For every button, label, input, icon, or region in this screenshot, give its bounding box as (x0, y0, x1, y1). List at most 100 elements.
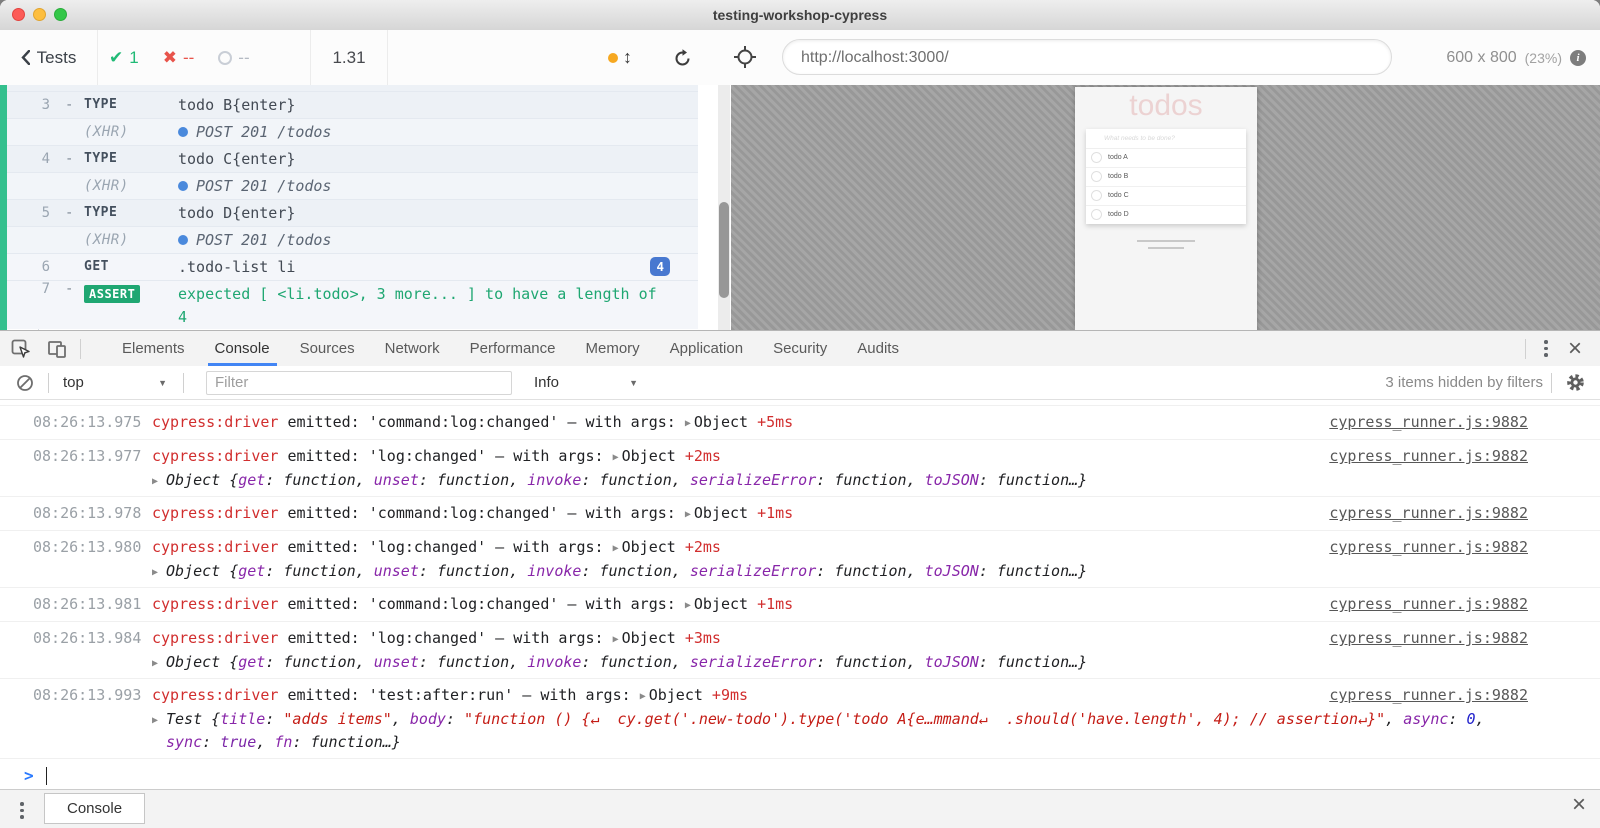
source-link[interactable]: cypress_runner.js:9882 (1329, 536, 1528, 558)
command-dash: - (65, 200, 73, 226)
todo-checkbox[interactable] (1091, 190, 1102, 201)
command-log-row[interactable]: (XHR)POST 201 /todos (7, 227, 698, 254)
source-link[interactable]: cypress_runner.js:9882 (1329, 411, 1528, 433)
todo-checkbox[interactable] (1091, 171, 1102, 182)
console-prompt[interactable]: > (0, 763, 1600, 791)
expand-triangle-icon[interactable]: ▶ (613, 634, 619, 645)
new-todo-input[interactable]: What needs to be done? (1086, 129, 1246, 149)
source-link[interactable]: cypress_runner.js:9882 (1329, 502, 1528, 524)
auto-scroll-toggle[interactable]: ↕ (608, 30, 632, 85)
failed-stat[interactable]: ✖ -- (151, 48, 207, 68)
log-timestamp: 08:26:13.993 (33, 684, 141, 706)
tab-performance[interactable]: Performance (455, 331, 571, 366)
console-log-row: 08:26:13.980cypress:driver emitted: 'log… (0, 531, 1600, 588)
pending-stat[interactable]: -- (206, 48, 261, 68)
tab-console[interactable]: Console (200, 331, 285, 366)
object-preview[interactable]: ▶Test {title: "adds items", body: "funct… (152, 708, 1310, 731)
tab-sources[interactable]: Sources (285, 331, 370, 366)
expand-triangle-icon[interactable]: ▶ (152, 470, 158, 493)
expand-triangle-icon[interactable]: ▶ (685, 600, 691, 611)
todo-list-item[interactable]: todo D (1086, 206, 1246, 224)
viewport-info[interactable]: 600 x 800 (23%) i (1446, 30, 1586, 85)
drawer-close-button[interactable]: × (1562, 792, 1596, 818)
command-log-row[interactable]: 4-TYPEtodo C{enter} (7, 146, 698, 173)
x-mark-icon: ✖ (163, 48, 177, 68)
object-preview[interactable]: ▶Object {get: function, unset: function,… (152, 469, 1310, 492)
log-message: cypress:driver emitted: 'command:log:cha… (152, 411, 1310, 435)
drawer-tab-console[interactable]: Console (44, 793, 145, 824)
tab-application[interactable]: Application (655, 331, 758, 366)
todo-label: todo D (1108, 206, 1129, 224)
reload-button[interactable] (668, 44, 696, 72)
command-number: 4 (7, 146, 50, 172)
console-filter-input[interactable] (206, 371, 512, 395)
tab-elements[interactable]: Elements (107, 331, 200, 366)
todo-list-item[interactable]: todo A (1086, 149, 1246, 168)
command-name: (XHR) (84, 227, 129, 253)
url-input[interactable]: http://localhost:3000/ (782, 39, 1392, 75)
todo-list-item[interactable]: todo C (1086, 187, 1246, 206)
command-log-row[interactable]: 6GET.todo-list li4 (7, 254, 698, 281)
reporter-scrollbar-thumb[interactable] (719, 202, 729, 298)
clear-console-icon (16, 374, 34, 392)
command-name: TYPE (84, 200, 117, 226)
devtools-close-button[interactable]: × (1558, 336, 1592, 362)
expand-triangle-icon[interactable]: ▶ (152, 709, 158, 732)
chevron-down-icon: ▼ (629, 378, 638, 388)
expand-triangle-icon[interactable]: ▶ (685, 418, 691, 429)
source-link[interactable]: cypress_runner.js:9882 (1329, 627, 1528, 649)
expand-triangle-icon[interactable]: ▶ (640, 691, 646, 702)
passed-stat[interactable]: ✔ 1 (97, 48, 151, 68)
expand-triangle-icon[interactable]: ▶ (685, 509, 691, 520)
expand-triangle-icon[interactable]: ▶ (613, 543, 619, 554)
tab-memory[interactable]: Memory (571, 331, 655, 366)
execution-context-selector[interactable]: top ▼ (63, 374, 167, 391)
command-number: 7 (7, 281, 50, 297)
pending-count: -- (238, 48, 249, 68)
command-log-row[interactable]: 3-TYPEtodo B{enter} (7, 92, 698, 119)
selector-playground-button[interactable] (733, 45, 759, 71)
command-log: 3-TYPEtodo B{enter}(XHR)POST 201 /todos4… (0, 85, 731, 330)
log-timestamp: 08:26:13.980 (33, 536, 141, 558)
drawer-menu-button[interactable] (10, 796, 34, 825)
command-dash: - (65, 92, 73, 118)
clipped-command-row (7, 85, 698, 92)
expand-triangle-icon[interactable]: ▶ (152, 652, 158, 675)
tab-network[interactable]: Network (370, 331, 455, 366)
context-label: top (63, 374, 84, 391)
command-log-row[interactable]: 5-TYPEtodo D{enter} (7, 200, 698, 227)
devtools-panel: ElementsConsoleSourcesNetworkPerformance… (0, 330, 1600, 828)
log-level-selector[interactable]: Info ▼ (534, 374, 638, 391)
tab-security[interactable]: Security (758, 331, 842, 366)
log-timestamp: 08:26:13.981 (33, 593, 141, 615)
expand-triangle-icon[interactable]: ▶ (152, 561, 158, 584)
command-name: (XHR) (84, 119, 129, 145)
console-settings-button[interactable] (1560, 370, 1590, 396)
command-log-row[interactable]: 7-ASSERTexpected [ <li.todo>, 3 more... … (7, 281, 698, 329)
command-dash: - (65, 146, 73, 172)
command-log-row[interactable]: (XHR)POST 201 /todos (7, 173, 698, 200)
clear-console-button[interactable] (10, 370, 40, 396)
command-log-row[interactable]: (XHR)POST 201 /todos (7, 119, 698, 146)
reload-icon (673, 49, 692, 68)
source-link[interactable]: cypress_runner.js:9882 (1329, 593, 1528, 615)
back-to-tests-button[interactable]: Tests (0, 30, 98, 85)
object-preview[interactable]: ▶Object {get: function, unset: function,… (152, 560, 1310, 583)
todo-checkbox[interactable] (1091, 152, 1102, 163)
inspect-element-button[interactable] (6, 336, 36, 362)
command-number: 5 (7, 200, 50, 226)
object-preview[interactable]: sync: true, fn: function…} (152, 731, 1310, 754)
test-stats: ✔ 1 ✖ -- -- (97, 30, 262, 85)
todo-list-item[interactable]: todo B (1086, 168, 1246, 187)
source-link[interactable]: cypress_runner.js:9882 (1329, 684, 1528, 706)
devtools-menu-button[interactable] (1534, 334, 1558, 363)
toolbar-separator (80, 339, 81, 359)
tab-audits[interactable]: Audits (842, 331, 914, 366)
object-preview[interactable]: ▶Object {get: function, unset: function,… (152, 651, 1310, 674)
command-message: POST 201 /todos (178, 173, 331, 199)
source-link[interactable]: cypress_runner.js:9882 (1329, 445, 1528, 467)
info-icon[interactable]: i (1570, 50, 1586, 66)
expand-triangle-icon[interactable]: ▶ (613, 452, 619, 463)
device-toolbar-button[interactable] (42, 336, 72, 362)
todo-checkbox[interactable] (1091, 209, 1102, 220)
